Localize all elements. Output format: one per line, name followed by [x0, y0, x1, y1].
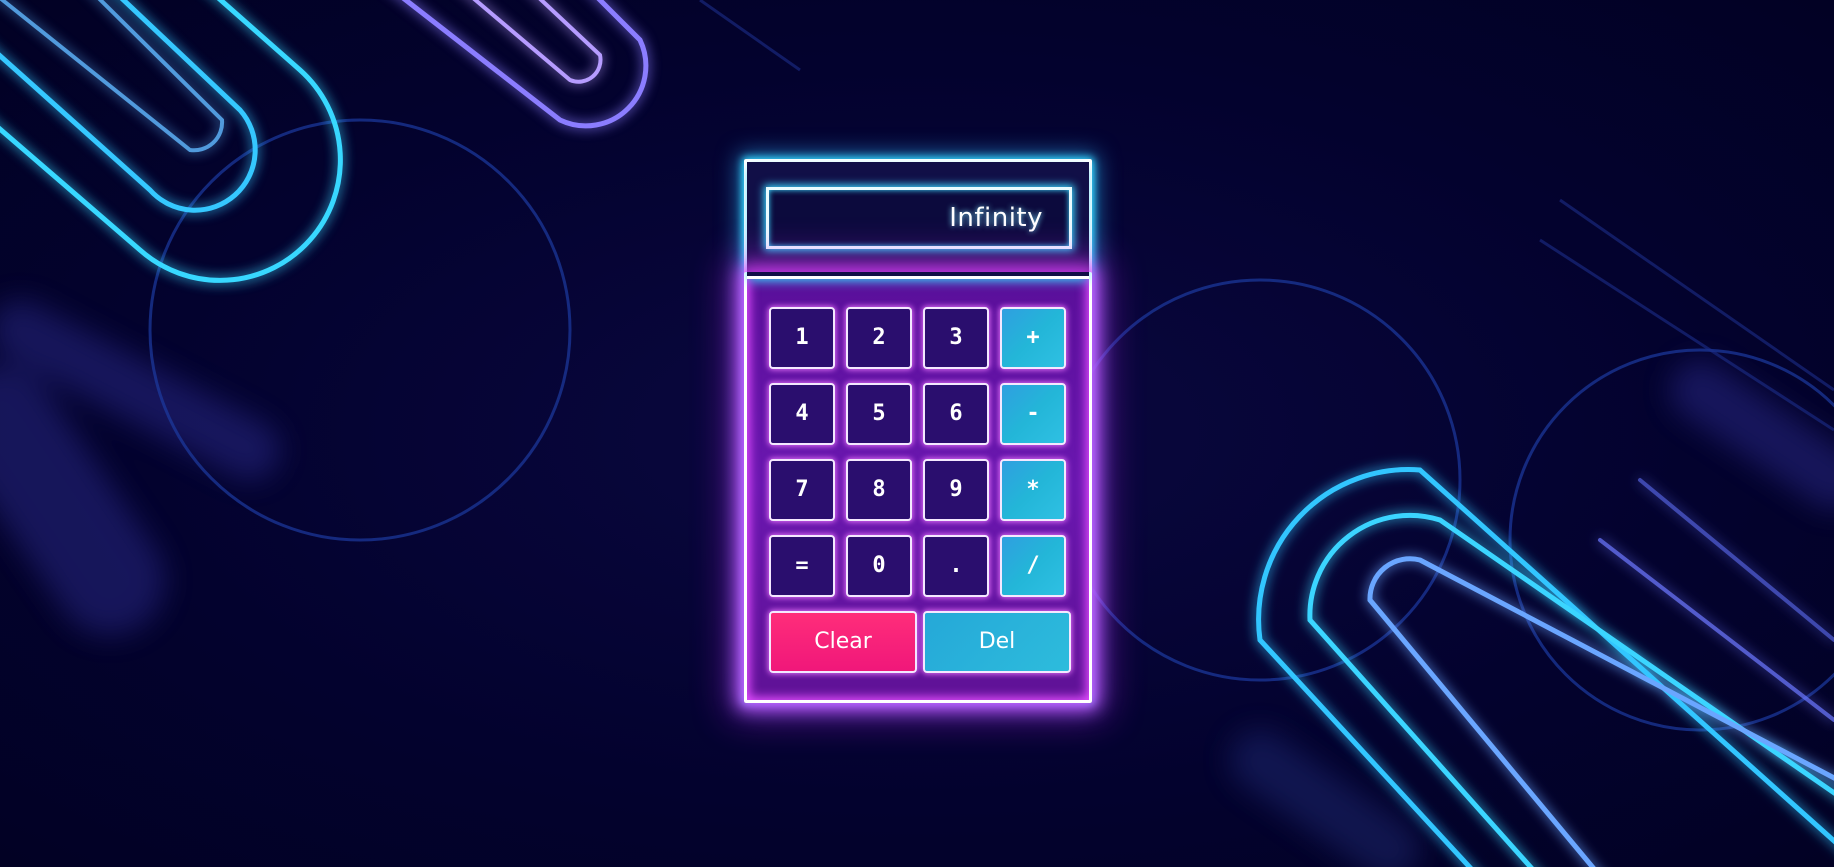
key-1[interactable]: 1 — [769, 307, 835, 369]
key-0[interactable]: 0 — [846, 535, 912, 597]
key-decimal[interactable]: . — [923, 535, 989, 597]
key-divide[interactable]: / — [1000, 535, 1066, 597]
key-multiply[interactable]: * — [1000, 459, 1066, 521]
key-2[interactable]: 2 — [846, 307, 912, 369]
calculator: Infinity 1 2 3 + 4 5 6 - 7 8 9 * = 0 . /… — [744, 159, 1092, 703]
display-panel: Infinity — [747, 162, 1089, 279]
key-6[interactable]: 6 — [923, 383, 989, 445]
key-3[interactable]: 3 — [923, 307, 989, 369]
delete-button[interactable]: Del — [923, 611, 1071, 673]
key-4[interactable]: 4 — [769, 383, 835, 445]
key-8[interactable]: 8 — [846, 459, 912, 521]
key-5[interactable]: 5 — [846, 383, 912, 445]
clear-button[interactable]: Clear — [769, 611, 917, 673]
result-display: Infinity — [766, 187, 1072, 249]
key-plus[interactable]: + — [1000, 307, 1066, 369]
key-minus[interactable]: - — [1000, 383, 1066, 445]
key-7[interactable]: 7 — [769, 459, 835, 521]
key-equals[interactable]: = — [769, 535, 835, 597]
page-background: Infinity 1 2 3 + 4 5 6 - 7 8 9 * = 0 . /… — [0, 0, 1834, 867]
key-9[interactable]: 9 — [923, 459, 989, 521]
